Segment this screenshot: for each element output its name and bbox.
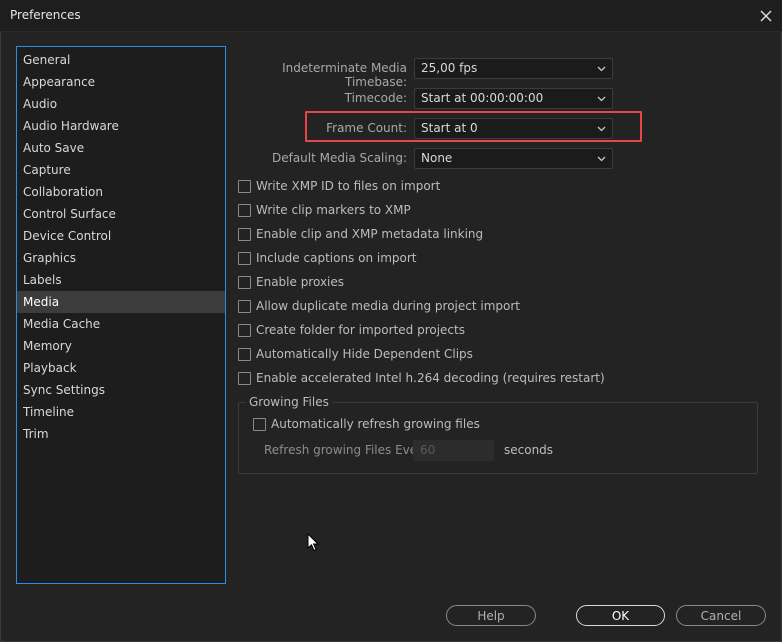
sidebar-item-graphics[interactable]: Graphics [17, 247, 225, 269]
hide-dependent-clips-option[interactable]: Automatically Hide Dependent Clips [238, 346, 473, 362]
timebase-value: 25,00 fps [421, 61, 478, 75]
sidebar-item-control-surface[interactable]: Control Surface [17, 203, 225, 225]
sidebar-item-auto-save[interactable]: Auto Save [17, 137, 225, 159]
timebase-select[interactable]: 25,00 fps [414, 58, 613, 79]
frame-count-select[interactable]: Start at 0 [414, 118, 613, 139]
allow-duplicate-media-option[interactable]: Allow duplicate media during project imp… [238, 298, 520, 314]
sidebar-item-trim[interactable]: Trim [17, 423, 225, 445]
timecode-value: Start at 00:00:00:00 [421, 91, 544, 105]
refresh-unit-label: seconds [504, 443, 554, 457]
create-folder-checkbox[interactable] [238, 323, 251, 337]
hide-dependent-clips-label: Automatically Hide Dependent Clips [256, 347, 473, 361]
enable-proxies-option[interactable]: Enable proxies [238, 274, 344, 290]
write-clip-markers-checkbox[interactable] [238, 203, 251, 217]
allow-duplicate-media-checkbox[interactable] [238, 299, 251, 313]
close-icon [760, 10, 772, 22]
cancel-button[interactable]: Cancel [676, 605, 766, 626]
chevron-down-icon [597, 96, 606, 102]
ok-button[interactable]: OK [576, 605, 665, 626]
help-button[interactable]: Help [446, 605, 536, 626]
auto-refresh-option[interactable]: Automatically refresh growing files [253, 416, 480, 432]
auto-refresh-checkbox[interactable] [253, 417, 266, 431]
window-title: Preferences [10, 8, 81, 22]
include-captions-option[interactable]: Include captions on import [238, 250, 417, 266]
close-button[interactable] [750, 0, 782, 32]
enable-proxies-checkbox[interactable] [238, 275, 251, 289]
media-scaling-value: None [421, 151, 453, 165]
metadata-linking-label: Enable clip and XMP metadata linking [256, 227, 484, 241]
sidebar-item-capture[interactable]: Capture [17, 159, 225, 181]
auto-refresh-label: Automatically refresh growing files [271, 417, 480, 431]
media-scaling-label: Default Media Scaling: [271, 151, 407, 165]
chevron-down-icon [597, 66, 606, 72]
refresh-interval-label: Refresh growing Files Every [264, 443, 430, 457]
metadata-linking-option[interactable]: Enable clip and XMP metadata linking [238, 226, 483, 242]
intel-h264-option[interactable]: Enable accelerated Intel h.264 decoding … [238, 370, 605, 386]
media-scaling-select[interactable]: None [414, 148, 613, 169]
enable-proxies-label: Enable proxies [256, 275, 345, 289]
sidebar-item-audio[interactable]: Audio [17, 93, 225, 115]
create-folder-option[interactable]: Create folder for imported projects [238, 322, 465, 338]
sidebar-item-memory[interactable]: Memory [17, 335, 225, 357]
hide-dependent-clips-checkbox[interactable] [238, 347, 251, 361]
sidebar-item-media-cache[interactable]: Media Cache [17, 313, 225, 335]
sidebar-item-sync-settings[interactable]: Sync Settings [17, 379, 225, 401]
allow-duplicate-media-label: Allow duplicate media during project imp… [256, 299, 521, 313]
sidebar-item-audio-hardware[interactable]: Audio Hardware [17, 115, 225, 137]
sidebar-item-collaboration[interactable]: Collaboration [17, 181, 225, 203]
growing-files-title: Growing Files [246, 395, 332, 409]
timecode-label: Timecode: [344, 91, 407, 105]
include-captions-checkbox[interactable] [238, 251, 251, 265]
title-bar: Preferences [0, 0, 782, 32]
refresh-interval-input[interactable]: 60 [413, 440, 494, 461]
timecode-select[interactable]: Start at 00:00:00:00 [414, 88, 613, 109]
chevron-down-icon [597, 126, 606, 132]
write-xmp-id-label: Write XMP ID to files on import [256, 179, 441, 193]
metadata-linking-checkbox[interactable] [238, 227, 251, 241]
sidebar-item-playback[interactable]: Playback [17, 357, 225, 379]
write-xmp-id-option[interactable]: Write XMP ID to files on import [238, 178, 440, 194]
preferences-sidebar: General Appearance Audio Audio Hardware … [16, 46, 226, 584]
write-clip-markers-option[interactable]: Write clip markers to XMP [238, 202, 411, 218]
sidebar-item-device-control[interactable]: Device Control [17, 225, 225, 247]
include-captions-label: Include captions on import [256, 251, 417, 265]
frame-count-label: Frame Count: [326, 121, 407, 135]
create-folder-label: Create folder for imported projects [256, 323, 465, 337]
growing-files-group [238, 402, 758, 474]
intel-h264-checkbox[interactable] [238, 371, 251, 385]
sidebar-item-labels[interactable]: Labels [17, 269, 225, 291]
sidebar-item-media[interactable]: Media [17, 291, 225, 313]
frame-count-value: Start at 0 [421, 121, 478, 135]
sidebar-item-appearance[interactable]: Appearance [17, 71, 225, 93]
write-clip-markers-label: Write clip markers to XMP [256, 203, 411, 217]
sidebar-item-timeline[interactable]: Timeline [17, 401, 225, 423]
chevron-down-icon [597, 156, 606, 162]
intel-h264-label: Enable accelerated Intel h.264 decoding … [256, 371, 605, 385]
mouse-cursor-icon [307, 533, 319, 552]
timebase-label: Indeterminate Media Timebase: [282, 61, 407, 89]
sidebar-item-general[interactable]: General [17, 49, 225, 71]
write-xmp-id-checkbox[interactable] [238, 179, 251, 193]
